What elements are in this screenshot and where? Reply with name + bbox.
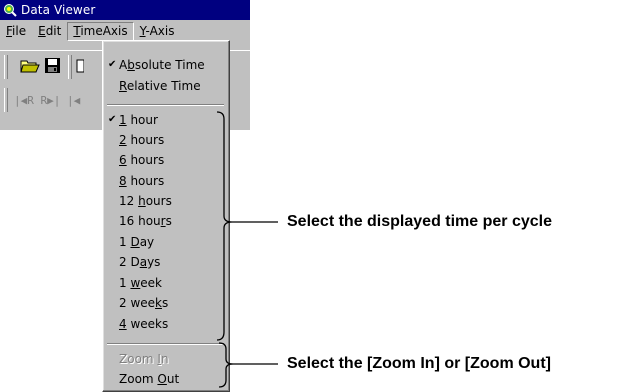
label-mnemonic: k	[155, 296, 162, 310]
toolbar-next-icon[interactable]	[76, 57, 85, 75]
label-mnemonic: w	[130, 276, 141, 290]
menu-item-label: 1 week	[119, 273, 162, 293]
label-post: hour	[126, 113, 158, 127]
menu-item-2-hours[interactable]: 2 hours	[103, 130, 229, 150]
label-pre: 2 D	[119, 255, 140, 269]
menu-item-label: 1 hour	[119, 110, 158, 130]
toolbar-grip[interactable]	[4, 55, 8, 79]
label-mnemonic: 8	[119, 174, 127, 188]
menu-edit-mnemonic: E	[38, 24, 46, 38]
menu-item-label: Zoom In	[119, 349, 169, 369]
label-post: ours	[145, 194, 172, 208]
menu-item-label: 1 Day	[119, 232, 154, 252]
menu-item-zoom-in[interactable]: Zoom In	[103, 349, 229, 369]
menu-item-zoom-out[interactable]: Zoom Out	[103, 369, 229, 389]
label-post: ys	[147, 255, 161, 269]
menu-item-4-weeks[interactable]: 4 weeks	[103, 314, 229, 334]
label-post: elative Time	[126, 79, 201, 93]
menu-item-label: 2 weeks	[119, 293, 168, 313]
window-title: Data Viewer	[21, 3, 96, 17]
check-icon: ✔	[108, 114, 117, 125]
menu-item-label: 2 hours	[119, 130, 164, 150]
check-icon: ✔	[108, 59, 117, 70]
menu-item-2-weeks[interactable]: 2 weeks	[103, 293, 229, 313]
label-post: weeks	[126, 317, 169, 331]
label-pre: 1	[119, 235, 131, 249]
label-mnemonic: h	[138, 194, 146, 208]
data-viewer-app-icon	[3, 3, 17, 17]
open-folder-icon[interactable]	[20, 57, 40, 75]
menu-item-label: Relative Time	[119, 76, 201, 96]
menu-item-absolute-time[interactable]: ✔ Absolute Time	[103, 55, 229, 75]
menu-file[interactable]: File	[0, 22, 32, 41]
menu-item-1-hour[interactable]: ✔ 1 hour	[103, 110, 229, 130]
menu-edit[interactable]: Edit	[32, 22, 67, 41]
nav-toolbar-grip[interactable]	[4, 88, 8, 112]
menu-item-label: Zoom Out	[119, 369, 179, 389]
label-post: eek	[140, 276, 162, 290]
label-mnemonic: R	[119, 79, 127, 93]
menu-separator	[107, 104, 224, 106]
menu-edit-post: dit	[45, 24, 62, 38]
menu-item-16-hours[interactable]: 16 hours	[103, 211, 229, 231]
menu-file-post: ile	[12, 24, 27, 38]
label-mnemonic: a	[139, 255, 148, 269]
menu-item-label: 12 hours	[119, 191, 172, 211]
menu-item-1-week[interactable]: 1 week	[103, 273, 229, 293]
label-mnemonic: 4	[119, 317, 127, 331]
menu-item-6-hours[interactable]: 6 hours	[103, 150, 229, 170]
label-mnemonic: 1	[119, 113, 127, 127]
menu-timeaxis[interactable]: TimeAxis	[67, 22, 134, 41]
label-post: ut	[166, 372, 180, 386]
label-pre: Zoom	[119, 372, 158, 386]
menu-timeaxis-post: imeAxis	[80, 24, 128, 38]
label-mnemonic: b	[127, 58, 135, 72]
title-bar: Data Viewer	[0, 0, 250, 20]
menu-item-label: 6 hours	[119, 150, 164, 170]
label-pre: 2 wee	[119, 296, 156, 310]
menu-y-axis-post: -Axis	[145, 24, 175, 38]
label-post: ay	[139, 235, 155, 249]
label-post: hours	[126, 153, 165, 167]
label-post: n	[160, 352, 169, 366]
label-mnemonic: 6	[119, 153, 127, 167]
menu-item-label: 2 Days	[119, 252, 160, 272]
callout-zoom-text: Select the [Zoom In] or [Zoom Out]	[287, 355, 551, 372]
label-pre: 16 hou	[119, 214, 161, 228]
menu-item-label: 8 hours	[119, 171, 164, 191]
menu-separator	[107, 343, 224, 345]
timeaxis-dropdown-menu: ✔ Absolute Time Relative Time ✔ 1 hour 2…	[102, 40, 230, 392]
nav-buttons-text[interactable]: |◀R R▶| |◀	[14, 94, 80, 107]
label-post: solute Time	[134, 58, 205, 72]
label-pre: 1	[119, 276, 131, 290]
callout-cycle-text: Select the displayed time per cycle	[287, 213, 553, 230]
label-post: hours	[126, 174, 165, 188]
menu-item-8-hours[interactable]: 8 hours	[103, 171, 229, 191]
save-disk-icon[interactable]	[44, 57, 62, 75]
label-post: s	[161, 296, 169, 310]
label-pre: Zoom	[119, 352, 158, 366]
menu-item-12-hours[interactable]: 12 hours	[103, 191, 229, 211]
menu-item-1-day[interactable]: 1 Day	[103, 232, 229, 252]
label-mnemonic: 2	[119, 133, 127, 147]
label-pre: A	[119, 58, 128, 72]
label-mnemonic: O	[157, 372, 167, 386]
menu-bar: File Edit TimeAxis Y-Axis	[0, 21, 250, 42]
menu-item-2-days[interactable]: 2 Days	[103, 252, 229, 272]
label-post: hours	[126, 133, 165, 147]
label-post: s	[165, 214, 172, 228]
menu-item-relative-time[interactable]: Relative Time	[103, 76, 229, 96]
menu-item-label: 16 hours	[119, 211, 172, 231]
label-mnemonic: D	[130, 235, 140, 249]
menu-item-label: Absolute Time	[119, 55, 205, 75]
menu-y-axis[interactable]: Y-Axis	[134, 22, 181, 41]
toolbar-separator	[68, 55, 72, 79]
label-pre: 12	[119, 194, 139, 208]
menu-item-label: 4 weeks	[119, 314, 168, 334]
